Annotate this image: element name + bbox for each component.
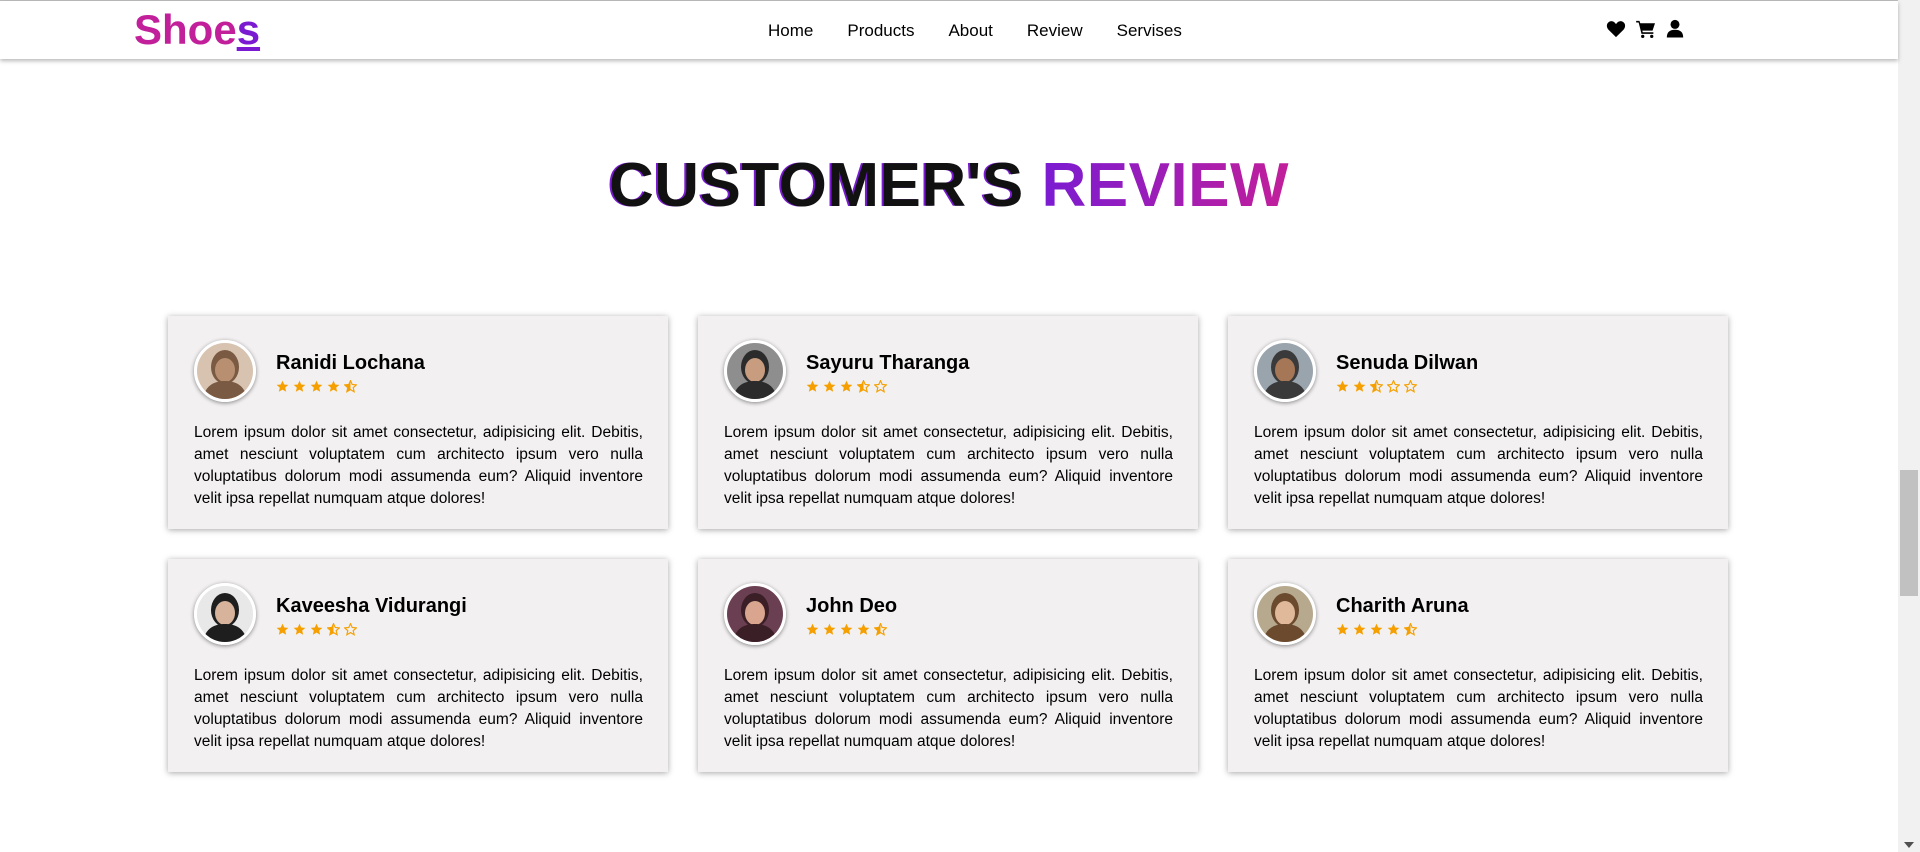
scrollbar[interactable] — [1898, 0, 1920, 852]
review-text: Lorem ipsum dolor sit amet consectetur, … — [724, 424, 1173, 507]
reviewer-name: Charith Aruna — [1336, 595, 1469, 617]
avatar — [724, 340, 786, 402]
star-half-icon — [874, 623, 887, 636]
review-header: Charith Aruna — [1254, 583, 1703, 645]
star-full-icon — [327, 380, 340, 392]
avatar — [194, 583, 256, 645]
review-text: Lorem ipsum dolor sit amet consectetur, … — [194, 667, 643, 750]
avatar — [1254, 340, 1316, 402]
star-full-icon — [840, 380, 853, 392]
header-icons — [1606, 19, 1684, 38]
review-card: Sayuru Tharanga Lorem ipsum dolor sit ame… — [698, 316, 1198, 529]
star-half-icon — [344, 380, 357, 393]
nav-review[interactable]: Review — [1027, 21, 1083, 41]
main-nav: Home Products About Review Servises — [768, 21, 1216, 41]
star-half-icon — [327, 623, 340, 636]
star-full-icon — [276, 623, 289, 635]
brand-logo[interactable]: Shoes — [134, 5, 260, 55]
star-rating — [1336, 380, 1478, 393]
reviewer-name: John Deo — [806, 595, 898, 617]
review-meta: John Deo — [806, 583, 897, 636]
star-empty-icon — [874, 380, 887, 393]
review-card: John Deo Lorem ipsum dolor sit amet conse… — [698, 559, 1198, 772]
star-full-icon — [1336, 380, 1349, 392]
review-meta: Charith Aruna — [1336, 583, 1469, 636]
site-header: Shoes Home Products About Review Servise… — [0, 1, 1898, 59]
reviewer-name: Ranidi Lochana — [276, 352, 425, 374]
star-full-icon — [857, 623, 870, 635]
reviewer-name: Senuda Dilwan — [1336, 352, 1479, 374]
nav-about[interactable]: About — [948, 21, 992, 41]
review-header: John Deo — [724, 583, 1173, 645]
title-dark-part: CUSTOMER'S — [608, 151, 1024, 220]
star-half-icon — [1370, 380, 1383, 393]
star-rating — [1336, 623, 1469, 636]
cart-icon[interactable] — [1636, 20, 1656, 38]
nav-services[interactable]: Servises — [1117, 21, 1182, 41]
star-half-icon — [857, 380, 870, 393]
review-header: Kaveesha Vidurangi — [194, 583, 643, 645]
scroll-down-arrow-icon[interactable] — [1904, 842, 1914, 848]
star-rating — [806, 380, 969, 393]
title-accent-part: REVIEW — [1041, 151, 1290, 220]
star-rating — [806, 623, 897, 636]
avatar — [724, 583, 786, 645]
heart-icon[interactable] — [1606, 20, 1626, 38]
star-half-icon — [1404, 623, 1417, 636]
review-meta: Kaveesha Vidurangi — [276, 583, 467, 636]
review-header: Senuda Dilwan — [1254, 340, 1703, 402]
review-meta: Senuda Dilwan — [1336, 340, 1478, 393]
star-empty-icon — [1387, 380, 1400, 393]
review-meta: Sayuru Tharanga — [806, 340, 969, 393]
nav-products[interactable]: Products — [847, 21, 914, 41]
review-card: Charith Aruna Lorem ipsum dolor sit amet … — [1228, 559, 1728, 772]
review-grid: Ranidi Lochana Lorem ipsum dolor sit amet… — [168, 316, 1730, 772]
review-text: Lorem ipsum dolor sit amet consectetur, … — [1254, 667, 1703, 750]
review-text: Lorem ipsum dolor sit amet consectetur, … — [1254, 424, 1703, 507]
review-card: Ranidi Lochana Lorem ipsum dolor sit amet… — [168, 316, 668, 529]
logo-text: Shoe — [134, 6, 237, 53]
avatar — [194, 340, 256, 402]
star-empty-icon — [344, 623, 357, 636]
star-full-icon — [1387, 623, 1400, 635]
star-full-icon — [823, 623, 836, 635]
review-card: Kaveesha Vidurangi Lorem ipsum dolor sit … — [168, 559, 668, 772]
star-full-icon — [293, 623, 306, 635]
star-full-icon — [276, 380, 289, 392]
nav-home[interactable]: Home — [768, 21, 813, 41]
user-icon[interactable] — [1666, 19, 1684, 38]
star-full-icon — [823, 380, 836, 392]
star-full-icon — [1370, 623, 1383, 635]
reviewer-name: Kaveesha Vidurangi — [276, 595, 467, 617]
review-card: Senuda Dilwan Lorem ipsum dolor sit amet … — [1228, 316, 1728, 529]
star-full-icon — [806, 623, 819, 635]
review-text: Lorem ipsum dolor sit amet consectetur, … — [724, 667, 1173, 750]
star-rating — [276, 623, 467, 636]
star-rating — [276, 380, 425, 393]
scrollbar-thumb[interactable] — [1900, 470, 1918, 596]
review-meta: Ranidi Lochana — [276, 340, 425, 393]
star-empty-icon — [1404, 380, 1417, 393]
star-full-icon — [310, 623, 323, 635]
star-full-icon — [1353, 380, 1366, 392]
review-header: Sayuru Tharanga — [724, 340, 1173, 402]
review-text: Lorem ipsum dolor sit amet consectetur, … — [194, 424, 643, 507]
section-title: CUSTOMER'S REVIEW — [0, 150, 1898, 221]
reviewer-name: Sayuru Tharanga — [806, 352, 970, 374]
star-full-icon — [806, 380, 819, 392]
star-full-icon — [1353, 623, 1366, 635]
avatar — [1254, 583, 1316, 645]
logo-last-letter: s — [236, 6, 261, 53]
star-full-icon — [293, 380, 306, 392]
star-full-icon — [310, 380, 323, 392]
review-header: Ranidi Lochana — [194, 340, 643, 402]
star-full-icon — [840, 623, 853, 635]
star-full-icon — [1336, 623, 1349, 635]
